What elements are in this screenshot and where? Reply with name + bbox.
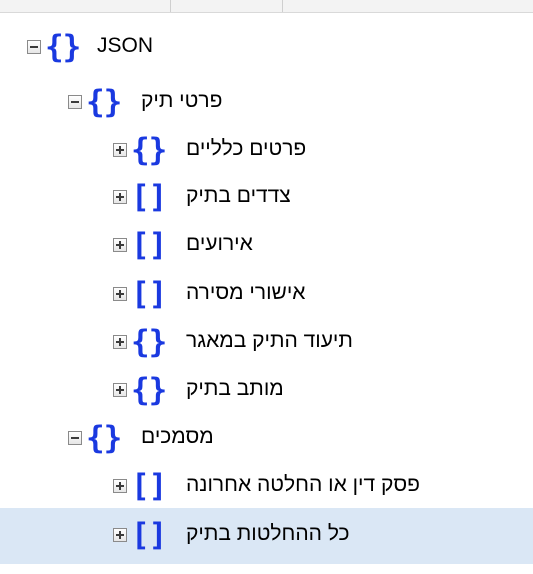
tree-node-label: מסמכים: [141, 425, 214, 448]
tree-node-delivery-confirmations[interactable]: [] אישורי מסירה: [0, 270, 533, 318]
expand-plus-icon[interactable]: [113, 479, 127, 493]
square-brackets-icon: []: [131, 179, 167, 215]
square-brackets-icon: []: [131, 468, 167, 504]
tree-node-case-record[interactable]: {} תיעוד התיק במאגר: [0, 318, 533, 366]
tree-node-label: פרטי תיק: [141, 89, 223, 112]
tree-node-case-parties[interactable]: [] צדדים בתיק: [0, 173, 533, 221]
curly-braces-icon: {}: [86, 84, 122, 120]
tree-node-label: פסק דין או החלטה אחרונה: [186, 473, 420, 496]
square-brackets-icon: []: [131, 276, 167, 312]
tree-node-case-details[interactable]: {} פרטי תיק: [0, 78, 533, 126]
collapse-minus-icon[interactable]: [68, 431, 82, 445]
expand-plus-icon[interactable]: [113, 238, 127, 252]
tree-node-label: אישורי מסירה: [186, 281, 306, 304]
expand-plus-icon[interactable]: [113, 287, 127, 301]
square-brackets-icon: []: [131, 227, 167, 263]
tree-node-json[interactable]: {} JSON: [0, 23, 533, 71]
tree-node-label: כל ההחלטות בתיק: [186, 522, 350, 545]
curly-braces-icon: {}: [131, 372, 167, 408]
expand-plus-icon[interactable]: [113, 143, 127, 157]
tree-node-all-decisions[interactable]: [] כל ההחלטות בתיק: [0, 508, 533, 564]
tree-node-label: JSON: [97, 34, 154, 57]
tree-node-label: פרטים כלליים: [186, 137, 307, 160]
curly-braces-icon: {}: [131, 324, 167, 360]
curly-braces-icon: {}: [131, 132, 167, 168]
tree-node-label: תיעוד התיק במאגר: [186, 329, 353, 352]
collapse-minus-icon[interactable]: [68, 95, 82, 109]
tree-node-events[interactable]: [] אירועים: [0, 221, 533, 269]
collapse-minus-icon[interactable]: [27, 40, 41, 54]
expand-plus-icon[interactable]: [113, 190, 127, 204]
tree-node-last-verdict[interactable]: [] פסק דין או החלטה אחרונה: [0, 462, 533, 510]
curly-braces-icon: {}: [45, 29, 81, 65]
tree-node-general-details[interactable]: {} פרטים כלליים: [0, 126, 533, 174]
tree-node-label: אירועים: [186, 232, 253, 255]
tree-node-label: מותב בתיק: [186, 377, 284, 400]
json-tree-view: {} JSON {} פרטי תיק {} פרטים כלליים [] צ…: [0, 0, 533, 574]
tree-node-documents[interactable]: {} מסמכים: [0, 414, 533, 462]
expand-plus-icon[interactable]: [113, 335, 127, 349]
tree-node-label: צדדים בתיק: [186, 184, 291, 207]
curly-braces-icon: {}: [86, 420, 122, 456]
square-brackets-icon: []: [131, 517, 167, 553]
expand-plus-icon[interactable]: [113, 383, 127, 397]
tree-node-case-panel[interactable]: {} מותב בתיק: [0, 366, 533, 414]
expand-plus-icon[interactable]: [113, 528, 127, 542]
